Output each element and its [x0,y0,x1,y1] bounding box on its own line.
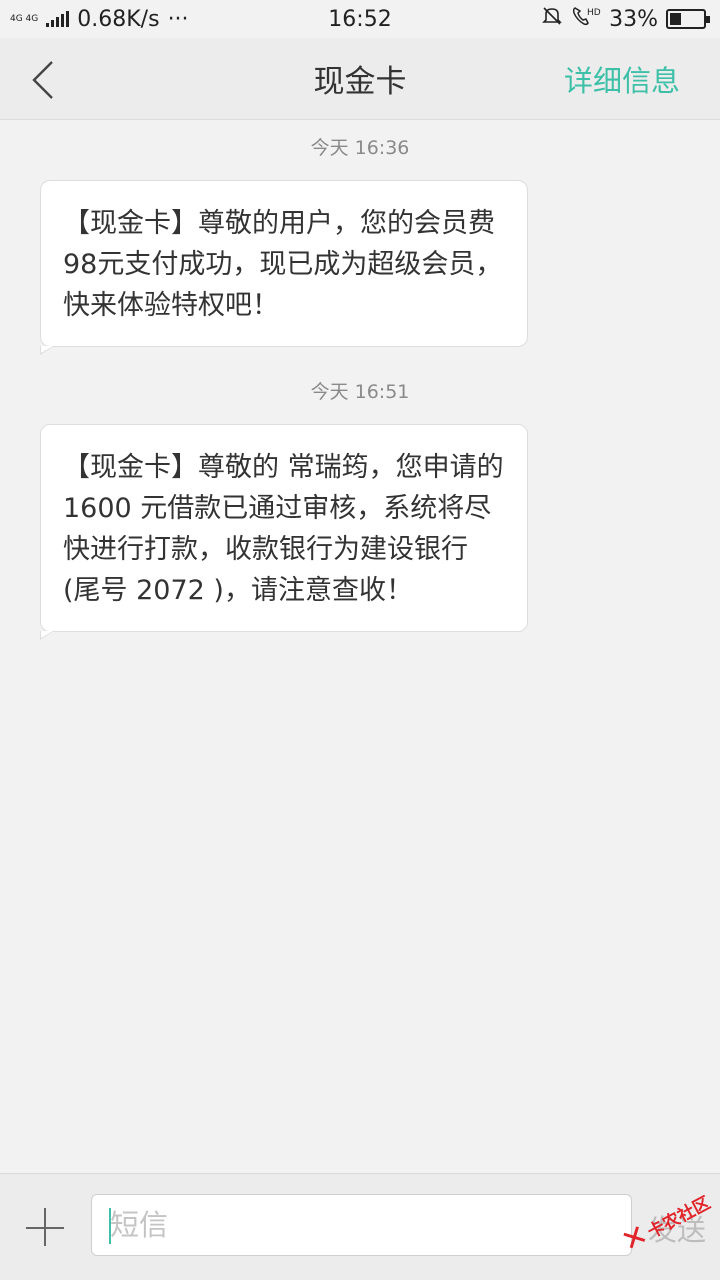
back-button[interactable] [22,58,70,102]
messaging-screen: 4G 4G 0.68K/s ··· 16:52 HD 33% 现金卡 详细信息 … [0,0,720,1280]
plus-icon[interactable] [26,1208,66,1248]
conversation-list[interactable]: 今天 16:36 【现金卡】尊敬的用户，您的会员费98元支付成功，现已成为超级会… [0,121,720,1173]
composer-bar: 发送 [0,1173,720,1280]
send-button[interactable]: 发送 [648,1207,706,1249]
message-timestamp: 今天 16:36 [310,137,410,159]
details-button[interactable]: 详细信息 [564,58,680,100]
message-bubble[interactable]: 【现金卡】尊敬的用户，您的会员费98元支付成功，现已成为超级会员，快来体验特权吧… [40,180,528,355]
battery-percent: 33% [609,6,658,32]
svg-text:HD: HD [587,8,601,18]
text-caret [109,1208,111,1244]
network-type-indicator: 4G 4G [10,13,39,24]
network-speed: 0.68K/s [77,6,160,32]
chevron-left-icon [32,61,53,99]
signal-icon [46,11,70,27]
message-bubble[interactable]: 【现金卡】尊敬的 常瑞筠，您申请的 1600 元借款已通过审核，系统将尽快进行打… [40,424,528,640]
battery-level [670,13,681,25]
title-bar: 现金卡 详细信息 [0,38,720,120]
mute-bell-icon [541,5,563,33]
sms-input[interactable] [91,1194,632,1256]
message-timestamp: 今天 16:51 [310,381,410,403]
status-bar: 4G 4G 0.68K/s ··· 16:52 HD 33% [0,0,720,38]
hd-call-icon: HD [571,5,601,33]
status-right: HD 33% [541,5,710,33]
status-left: 4G 4G 0.68K/s ··· [10,7,189,32]
more-indicator: ··· [167,6,189,32]
battery-icon [666,9,710,29]
